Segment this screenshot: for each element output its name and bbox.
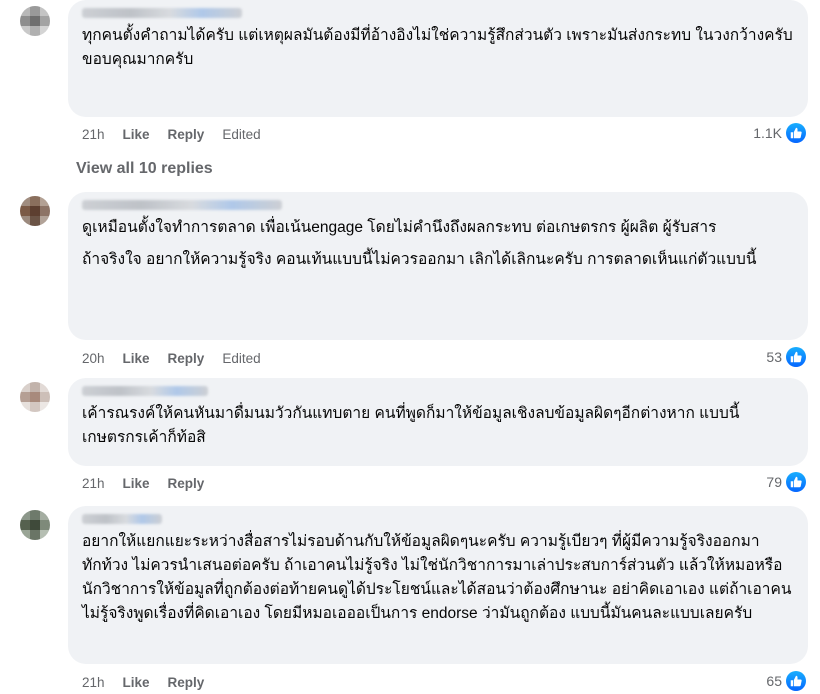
comment-text: ทุกคนตั้งคำถามได้ครับ แต่เหตุผลมันต้องมี… <box>82 24 794 72</box>
like-button[interactable]: Like <box>123 351 150 366</box>
comment-actions: 21h Like Reply Edited <box>82 124 279 144</box>
reaction-count: 65 <box>766 673 782 689</box>
comment-time[interactable]: 21h <box>82 675 105 690</box>
reaction-count: 53 <box>766 349 782 365</box>
thumbs-up-icon <box>786 123 806 143</box>
thumbs-up-icon <box>786 347 806 367</box>
edited-label[interactable]: Edited <box>222 127 260 142</box>
comment-bubble: ทุกคนตั้งคำถามได้ครับ แต่เหตุผลมันต้องมี… <box>68 0 808 117</box>
comment-bubble: อยากให้แยกแยะระหว่างสื่อสารไม่รอบด้านกับ… <box>68 506 808 664</box>
reaction-summary[interactable]: 79 <box>766 471 806 493</box>
avatar[interactable] <box>20 6 50 36</box>
comment-3: เค้ารณรงค์ให้คนหันมาดื่มนมวัวกันแทบตาย ค… <box>0 378 820 498</box>
comment-time[interactable]: 20h <box>82 351 105 366</box>
reaction-summary[interactable]: 65 <box>766 670 806 692</box>
commenter-name[interactable] <box>82 386 208 396</box>
reaction-summary[interactable]: 1.1K <box>753 122 806 144</box>
comment-time[interactable]: 21h <box>82 476 105 491</box>
edited-label[interactable]: Edited <box>222 351 260 366</box>
reaction-count: 79 <box>766 474 782 490</box>
view-replies-link[interactable]: View all 10 replies <box>76 158 213 176</box>
comment-actions: 21h Like Reply <box>82 672 222 692</box>
avatar[interactable] <box>20 510 50 540</box>
comment-paragraph: ดูเหมือนตั้งใจทำการตลาด เพื่อเน้นengage … <box>82 219 717 236</box>
commenter-name[interactable] <box>82 200 282 210</box>
commenter-name[interactable] <box>82 514 162 524</box>
commenter-name[interactable] <box>82 8 242 18</box>
reply-button[interactable]: Reply <box>168 675 205 690</box>
reply-button[interactable]: Reply <box>168 351 205 366</box>
avatar[interactable] <box>20 382 50 412</box>
comment-paragraph: ถ้าจริงใจ อยากให้ความรู้จริง คอนเท้นแบบน… <box>82 251 757 268</box>
reply-button[interactable]: Reply <box>168 476 205 491</box>
reaction-summary[interactable]: 53 <box>766 346 806 368</box>
comment-2: ดูเหมือนตั้งใจทำการตลาด เพื่อเน้นengage … <box>0 192 820 377</box>
comment-1: ทุกคนตั้งคำถามได้ครับ แต่เหตุผลมันต้องมี… <box>0 0 820 150</box>
reply-button[interactable]: Reply <box>168 127 205 142</box>
comment-paragraph: เค้ารณรงค์ให้คนหันมาดื่มนมวัวกันแทบตาย ค… <box>82 405 740 446</box>
comment-bubble: ดูเหมือนตั้งใจทำการตลาด เพื่อเน้นengage … <box>68 192 808 340</box>
comment-4: อยากให้แยกแยะระหว่างสื่อสารไม่รอบด้านกับ… <box>0 506 820 694</box>
thumbs-up-icon <box>786 671 806 691</box>
like-button[interactable]: Like <box>123 675 150 690</box>
comment-bubble: เค้ารณรงค์ให้คนหันมาดื่มนมวัวกันแทบตาย ค… <box>68 378 808 466</box>
comment-paragraph: อยากให้แยกแยะระหว่างสื่อสารไม่รอบด้านกับ… <box>82 533 792 622</box>
comment-actions: 20h Like Reply Edited <box>82 348 279 368</box>
comment-text: เค้ารณรงค์ให้คนหันมาดื่มนมวัวกันแทบตาย ค… <box>82 402 792 450</box>
comment-text: ดูเหมือนตั้งใจทำการตลาด เพื่อเน้นengage … <box>82 216 792 272</box>
thumbs-up-icon <box>786 472 806 492</box>
avatar[interactable] <box>20 196 50 226</box>
comment-paragraph: ทุกคนตั้งคำถามได้ครับ แต่เหตุผลมันต้องมี… <box>82 27 793 68</box>
reaction-count: 1.1K <box>753 125 782 141</box>
comment-time[interactable]: 21h <box>82 127 105 142</box>
comment-actions: 21h Like Reply <box>82 473 222 493</box>
comment-text: อยากให้แยกแยะระหว่างสื่อสารไม่รอบด้านกับ… <box>82 530 792 626</box>
like-button[interactable]: Like <box>123 127 150 142</box>
like-button[interactable]: Like <box>123 476 150 491</box>
